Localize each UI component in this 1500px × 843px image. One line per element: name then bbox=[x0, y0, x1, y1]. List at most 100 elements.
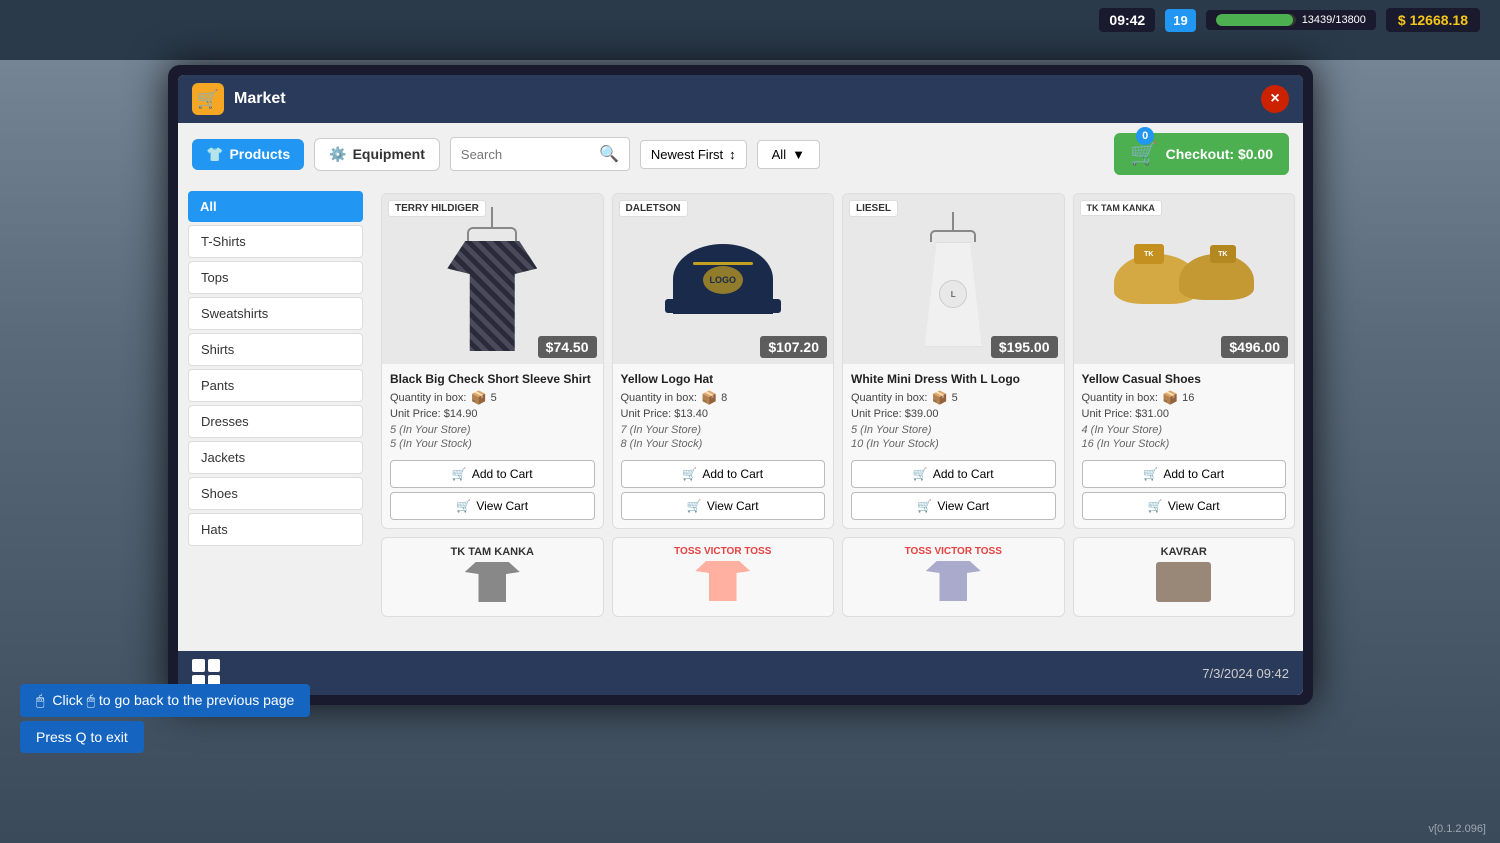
add-cart-label-1: Add to Cart bbox=[472, 467, 533, 481]
grid-cell-2 bbox=[208, 659, 221, 672]
view-cart-label-2: View Cart bbox=[707, 499, 759, 513]
filter-icon: ▼ bbox=[792, 147, 805, 162]
hud-level: 19 bbox=[1165, 9, 1195, 32]
partial-brand-1: TK TAM KANKA bbox=[450, 546, 534, 558]
product-grid: TERRY HILDIGER $74.50 Black Big Check Sh… bbox=[373, 185, 1303, 651]
hud-money: $ 12668.18 bbox=[1386, 8, 1480, 32]
store-info-2a: 7 (In Your Store) bbox=[621, 424, 826, 436]
product-info-1: Black Big Check Short Sleeve Shirt Quant… bbox=[382, 364, 603, 460]
close-button[interactable]: × bbox=[1261, 85, 1289, 113]
store-info-2b: 8 (In Your Stock) bbox=[621, 438, 826, 450]
product-actions-1: 🛒 Add to Cart 🛒 View Cart bbox=[382, 460, 603, 528]
add-to-cart-button-1[interactable]: 🛒 Add to Cart bbox=[390, 460, 595, 488]
partial-img-3 bbox=[926, 561, 981, 601]
product-unit-4: Unit Price: $31.00 bbox=[1082, 408, 1287, 420]
partial-brand-3: TOSS VICTOR TOSS bbox=[905, 546, 1002, 557]
category-sidebar: All T-Shirts Tops Sweatshirts Shirts Pan… bbox=[178, 185, 373, 651]
view-cart-icon-1: 🛒 bbox=[456, 499, 471, 513]
sidebar-item-all[interactable]: All bbox=[188, 191, 363, 222]
checkout-button[interactable]: 🛒 0 Checkout: $0.00 bbox=[1114, 133, 1289, 175]
content-area: 👕 Products ⚙️ Equipment 🔍 Newest First ↕… bbox=[178, 123, 1303, 695]
equipment-tab-label: Equipment bbox=[353, 146, 425, 162]
checkout-label: Checkout: $0.00 bbox=[1166, 146, 1273, 162]
cart-icon-2: 🛒 bbox=[682, 467, 697, 481]
add-to-cart-button-3[interactable]: 🛒 Add to Cart bbox=[851, 460, 1056, 488]
price-badge-2: $107.20 bbox=[760, 336, 827, 358]
cart-icon-3: 🛒 bbox=[913, 467, 928, 481]
price-badge-1: $74.50 bbox=[538, 336, 597, 358]
sort-label: Newest First bbox=[651, 147, 723, 162]
main-content: All T-Shirts Tops Sweatshirts Shirts Pan… bbox=[178, 185, 1303, 651]
product-card-1: TERRY HILDIGER $74.50 Black Big Check Sh… bbox=[381, 193, 604, 529]
add-to-cart-button-2[interactable]: 🛒 Add to Cart bbox=[621, 460, 826, 488]
xp-text: 13439/13800 bbox=[1302, 14, 1366, 26]
view-cart-button-4[interactable]: 🛒 View Cart bbox=[1082, 492, 1287, 520]
hint-overlay: 🖱 Click 🖱 to go back to the previous pag… bbox=[0, 674, 1500, 763]
search-input[interactable] bbox=[461, 147, 593, 162]
sidebar-item-sweatshirts[interactable]: Sweatshirts bbox=[188, 297, 363, 330]
equipment-tab[interactable]: ⚙️ Equipment bbox=[314, 138, 440, 171]
partial-card-2: TOSS VICTOR TOSS bbox=[612, 537, 835, 617]
product-image-hat: DALETSON LOGO $107.20 bbox=[613, 194, 834, 364]
xp-bar-bg bbox=[1216, 14, 1296, 26]
sidebar-item-shirts[interactable]: Shirts bbox=[188, 333, 363, 366]
window-title: Market bbox=[234, 90, 1251, 108]
search-bar: 🔍 bbox=[450, 137, 630, 171]
product-image-shirt: TERRY HILDIGER $74.50 bbox=[382, 194, 603, 364]
partial-card-1: TK TAM KANKA bbox=[381, 537, 604, 617]
view-cart-icon-2: 🛒 bbox=[687, 499, 702, 513]
price-badge-3: $195.00 bbox=[991, 336, 1058, 358]
hint-box-1: 🖱 Click 🖱 to go back to the previous pag… bbox=[20, 684, 310, 717]
sidebar-item-pants[interactable]: Pants bbox=[188, 369, 363, 402]
view-cart-icon-4: 🛒 bbox=[1148, 499, 1163, 513]
brand-badge-2: DALETSON bbox=[619, 200, 688, 217]
hint-box-2: Press Q to exit bbox=[20, 721, 144, 753]
cart-icon-1: 🛒 bbox=[452, 467, 467, 481]
sidebar-item-dresses[interactable]: Dresses bbox=[188, 405, 363, 438]
hud-bar: 09:42 19 13439/13800 $ 12668.18 bbox=[1099, 8, 1480, 32]
add-cart-label-3: Add to Cart bbox=[933, 467, 994, 481]
partial-img-1 bbox=[465, 562, 520, 602]
hint-text-2: Press Q to exit bbox=[36, 729, 128, 745]
product-qty-2: Quantity in box: 📦8 bbox=[621, 390, 826, 406]
product-info-4: Yellow Casual Shoes Quantity in box: 📦16… bbox=[1074, 364, 1295, 460]
brand-badge-1: TERRY HILDIGER bbox=[388, 200, 486, 217]
sort-dropdown[interactable]: Newest First ↕ bbox=[640, 140, 747, 169]
add-cart-label-4: Add to Cart bbox=[1163, 467, 1224, 481]
grid-cell-1 bbox=[192, 659, 205, 672]
store-info-4a: 4 (In Your Store) bbox=[1082, 424, 1287, 436]
product-name-1: Black Big Check Short Sleeve Shirt bbox=[390, 372, 595, 386]
products-tab[interactable]: 👕 Products bbox=[192, 139, 304, 170]
store-info-1a: 5 (In Your Store) bbox=[390, 424, 595, 436]
product-name-3: White Mini Dress With L Logo bbox=[851, 372, 1056, 386]
partial-brand-4: KAVRAR bbox=[1161, 546, 1207, 558]
products-tab-icon: 👕 bbox=[206, 146, 223, 163]
hint-icon-1: 🖱 bbox=[36, 692, 44, 709]
product-info-2: Yellow Logo Hat Quantity in box: 📦8 Unit… bbox=[613, 364, 834, 460]
store-info-3b: 10 (In Your Stock) bbox=[851, 438, 1056, 450]
view-cart-label-4: View Cart bbox=[1168, 499, 1220, 513]
sidebar-item-shoes[interactable]: Shoes bbox=[188, 477, 363, 510]
product-actions-2: 🛒 Add to Cart 🛒 View Cart bbox=[613, 460, 834, 528]
hud-time: 09:42 bbox=[1099, 8, 1155, 32]
products-tab-label: Products bbox=[229, 146, 290, 162]
product-actions-4: 🛒 Add to Cart 🛒 View Cart bbox=[1074, 460, 1295, 528]
sidebar-item-hats[interactable]: Hats bbox=[188, 513, 363, 546]
sidebar-item-tshirts[interactable]: T-Shirts bbox=[188, 225, 363, 258]
sidebar-item-tops[interactable]: Tops bbox=[188, 261, 363, 294]
product-card-2: DALETSON LOGO $107.20 Yellow Logo Hat bbox=[612, 193, 835, 529]
equipment-tab-icon: ⚙️ bbox=[329, 146, 346, 163]
add-to-cart-button-4[interactable]: 🛒 Add to Cart bbox=[1082, 460, 1287, 488]
filter-dropdown[interactable]: All ▼ bbox=[757, 140, 820, 169]
view-cart-button-3[interactable]: 🛒 View Cart bbox=[851, 492, 1056, 520]
partial-card-4: KAVRAR bbox=[1073, 537, 1296, 617]
view-cart-button-2[interactable]: 🛒 View Cart bbox=[621, 492, 826, 520]
add-cart-label-2: Add to Cart bbox=[702, 467, 763, 481]
monitor: 🛒 Market × 👕 Products ⚙️ Equipment 🔍 bbox=[168, 65, 1313, 705]
product-name-2: Yellow Logo Hat bbox=[621, 372, 826, 386]
view-cart-button-1[interactable]: 🛒 View Cart bbox=[390, 492, 595, 520]
product-unit-2: Unit Price: $13.40 bbox=[621, 408, 826, 420]
title-bar: 🛒 Market × bbox=[178, 75, 1303, 123]
cart-icon-4: 🛒 bbox=[1143, 467, 1158, 481]
sidebar-item-jackets[interactable]: Jackets bbox=[188, 441, 363, 474]
